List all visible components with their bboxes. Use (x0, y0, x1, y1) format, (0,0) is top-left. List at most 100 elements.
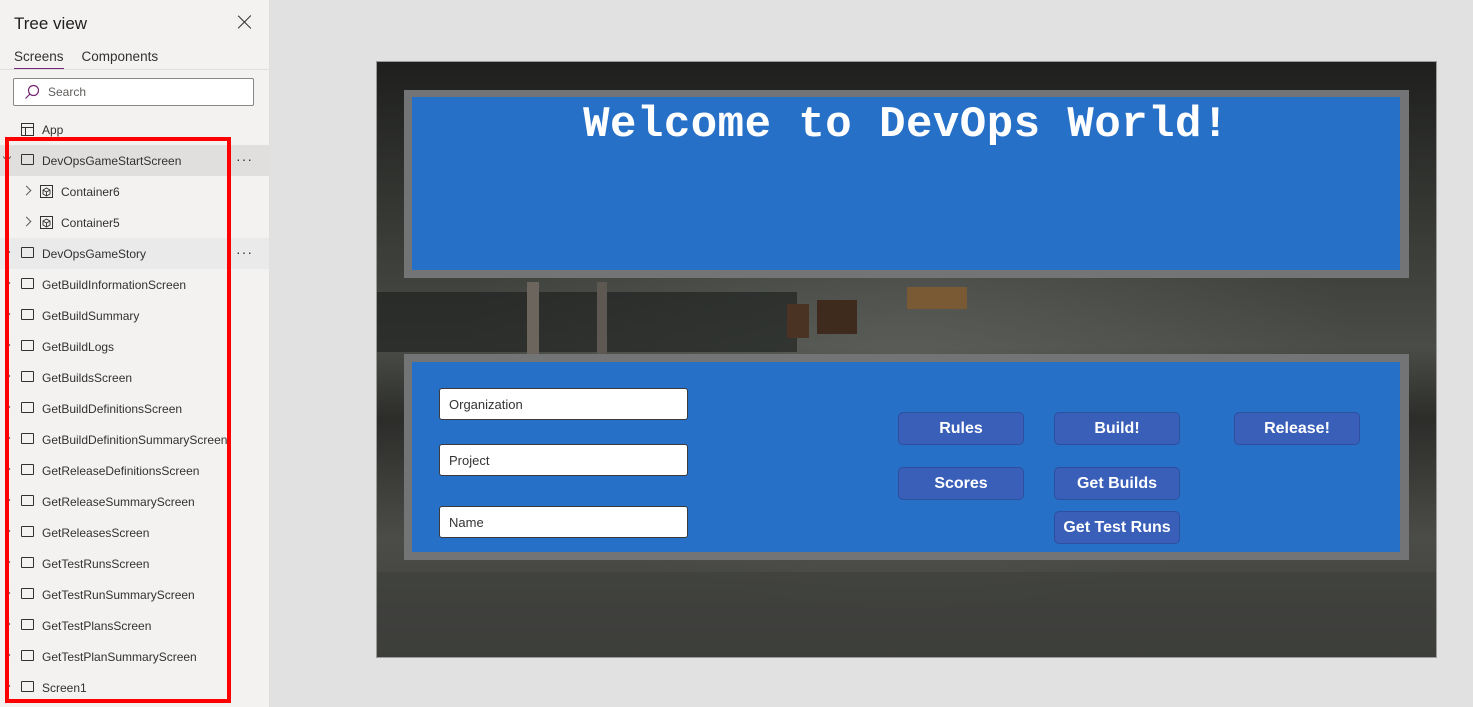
more-options-icon[interactable]: ··· (236, 244, 253, 260)
tree-item-label: App (42, 123, 64, 137)
expand-chevron-icon[interactable] (5, 527, 10, 535)
scores-button[interactable]: Scores (898, 467, 1024, 500)
screen-icon (21, 557, 34, 568)
more-options-icon[interactable]: ··· (236, 151, 253, 167)
tree-item-label: GetReleasesScreen (42, 526, 150, 540)
tree-item-label: GetBuildsScreen (42, 371, 133, 385)
screen-icon (21, 433, 34, 444)
screen-icon (21, 650, 34, 661)
tree-item-label: GetTestRunsScreen (42, 557, 150, 571)
expand-chevron-icon[interactable] (5, 403, 10, 411)
tree-item-screen[interactable]: DevOpsGameStartScreen ··· (0, 145, 269, 176)
tree-item-label: GetBuildLogs (42, 340, 115, 354)
screen-icon (21, 588, 34, 599)
expand-chevron-icon[interactable] (5, 651, 10, 659)
tree-item-screen[interactable]: GetBuildSummary (0, 300, 269, 331)
screen-icon (21, 371, 34, 382)
expand-chevron-icon[interactable] (5, 496, 10, 504)
background-floor (377, 572, 1436, 657)
tree-item-screen[interactable]: GetReleaseSummaryScreen (0, 486, 269, 517)
expand-chevron-icon[interactable] (5, 248, 10, 256)
tree-item-label: Container6 (61, 185, 120, 199)
tree-item-app[interactable]: App (0, 118, 269, 142)
expand-chevron-icon[interactable] (5, 558, 10, 566)
tree-item-screen[interactable]: GetReleaseDefinitionsScreen (0, 455, 269, 486)
expand-chevron-icon[interactable] (5, 465, 10, 473)
tree-item-screen[interactable]: GetTestPlanSummaryScreen (0, 641, 269, 672)
tree-item-screen[interactable]: GetBuildDefinitionSummaryScreen (0, 424, 269, 455)
background-pipe (597, 282, 607, 362)
organization-field[interactable] (439, 388, 688, 420)
tree-item-label: GetReleaseSummaryScreen (42, 495, 195, 509)
screen-icon (21, 619, 34, 630)
tree-item-label: GetBuildDefinitionsScreen (42, 402, 183, 416)
tree-item-screen[interactable]: GetBuildsScreen (0, 362, 269, 393)
screen-icon (21, 247, 34, 258)
tree-item-label: DevOpsGameStory (42, 247, 147, 261)
search-input[interactable] (48, 83, 243, 101)
close-icon[interactable] (236, 13, 254, 31)
screen-icon (21, 464, 34, 475)
screen-icon (21, 402, 34, 413)
background-crate (907, 287, 967, 309)
project-field[interactable] (439, 444, 688, 476)
name-field[interactable] (439, 506, 688, 538)
tree-item-label: GetTestRunSummaryScreen (42, 588, 195, 602)
screen-icon (21, 278, 34, 289)
expand-chevron-icon[interactable] (5, 310, 10, 318)
tree-item-screen[interactable]: DevOpsGameStory ··· (0, 238, 269, 269)
expand-chevron-icon[interactable] (5, 620, 10, 628)
tree-item-label: GetBuildInformationScreen (42, 278, 187, 292)
tree-item-screen[interactable]: GetReleasesScreen (0, 517, 269, 548)
expand-chevron-icon[interactable] (5, 682, 10, 690)
tree-item-screen[interactable]: GetBuildDefinitionsScreen (0, 393, 269, 424)
expand-chevron-icon[interactable] (5, 372, 10, 380)
screen-icon (21, 526, 34, 537)
background-barrel (787, 304, 809, 338)
tree-item-container[interactable]: Container5 (0, 207, 269, 238)
rules-button[interactable]: Rules (898, 412, 1024, 445)
tree-item-label: GetTestPlanSummaryScreen (42, 650, 197, 664)
tree-item-screen[interactable]: GetBuildInformationScreen (0, 269, 269, 300)
search-box[interactable] (13, 78, 254, 106)
background-barrel (817, 300, 857, 334)
tree-item-screen[interactable]: GetTestRunsScreen (0, 548, 269, 579)
tabs-divider (0, 69, 270, 70)
build-button[interactable]: Build! (1054, 412, 1180, 445)
background-pipe (527, 282, 539, 362)
welcome-title: Welcome to DevOps World! (583, 100, 1229, 150)
screen-icon (21, 309, 34, 320)
expand-chevron-icon[interactable] (24, 187, 30, 195)
tree-item-screen[interactable]: GetTestPlansScreen (0, 610, 269, 641)
background-machinery (377, 292, 797, 352)
expand-chevron-icon[interactable] (24, 218, 30, 226)
container-icon (40, 216, 53, 229)
tree-item-screen[interactable]: GetBuildLogs (0, 331, 269, 362)
get-builds-button[interactable]: Get Builds (1054, 467, 1180, 500)
release-button[interactable]: Release! (1234, 412, 1360, 445)
search-icon (25, 84, 40, 99)
tree-item-label: Container5 (61, 216, 120, 230)
screen-icon (21, 681, 34, 692)
expand-chevron-icon[interactable] (5, 341, 10, 349)
expand-chevron-icon[interactable] (5, 589, 10, 597)
tree-item-label: GetBuildDefinitionSummaryScreen (42, 433, 228, 447)
app-icon (21, 123, 34, 136)
tree-item-container[interactable]: Container6 (0, 176, 269, 207)
tab-screens[interactable]: Screens (14, 49, 64, 70)
tab-components[interactable]: Components (82, 49, 159, 70)
collapse-chevron-icon[interactable] (5, 155, 10, 163)
tree-item-screen[interactable]: GetTestRunSummaryScreen (0, 579, 269, 610)
screen-icon (21, 154, 34, 165)
tree-item-label: GetReleaseDefinitionsScreen (42, 464, 200, 478)
tree-item-screen[interactable]: Screen1 (0, 672, 269, 703)
tree-item-label: GetBuildSummary (42, 309, 140, 323)
tree-view-tabs: Screens Components (14, 49, 158, 70)
get-test-runs-button[interactable]: Get Test Runs (1054, 511, 1180, 544)
screen-icon (21, 340, 34, 351)
expand-chevron-icon[interactable] (5, 279, 10, 287)
screen-tree: DevOpsGameStartScreen ··· Container6 Con… (0, 145, 269, 703)
container-icon (40, 185, 53, 198)
expand-chevron-icon[interactable] (5, 434, 10, 442)
tree-view-panel: Tree view Screens Components App DevOpsG… (0, 0, 270, 707)
